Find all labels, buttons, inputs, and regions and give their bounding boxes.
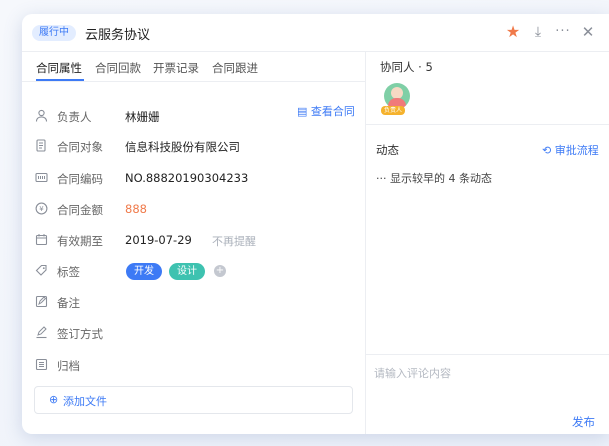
comment-input[interactable] [374, 364, 602, 382]
field-sign-method: 签订方式 [22, 323, 366, 345]
edit-icon [34, 295, 48, 309]
code-value: NO.88820190304233 [125, 171, 249, 185]
field-owner: 负责人 林姗姗 [22, 106, 366, 128]
field-label: 合同金额 [57, 203, 103, 217]
field-tags: 标签 开发 设计 + [22, 261, 366, 283]
field-valid-until: 有效期至 2019-07-29 不再提醒 [22, 230, 366, 252]
field-label: 合同编码 [57, 172, 103, 186]
field-label: 标签 [57, 265, 80, 279]
more-icon[interactable]: ··· [553, 21, 573, 43]
tag-chip[interactable]: 设计 [169, 263, 205, 280]
field-label: 备注 [57, 296, 80, 310]
add-tag-icon[interactable]: + [214, 265, 226, 277]
field-label: 有效期至 [57, 234, 103, 248]
star-icon[interactable]: ★ [503, 21, 523, 43]
tag-chip[interactable]: 开发 [126, 263, 162, 280]
activity-title: 动态 [376, 143, 399, 157]
active-tab-indicator [36, 79, 84, 81]
field-label: 负责人 [57, 110, 92, 124]
page-title: 云服务协议 [85, 28, 151, 43]
collaboration-panel: 协同人 · 5 负责人 动态 ⟲ 审批流程 ··· 显示较早的 4 条动态 发布 [366, 52, 609, 434]
approval-flow-label: 审批流程 [554, 144, 599, 157]
calendar-icon [34, 233, 48, 247]
add-file-button[interactable]: ⊕ 添加文件 [34, 386, 353, 414]
sign-icon [34, 326, 48, 340]
header: 履行中 云服务协议 ★ ⤓ ··· ✕ [22, 14, 609, 52]
publish-button[interactable]: 发布 [572, 414, 595, 430]
contract-properties-panel: 合同属性 合同回款 开票记录 合同跟进 ▤ 查看合同 负责人 林姗姗 合同对象 … [22, 52, 366, 434]
target-value: 信息科技股份有限公司 [125, 140, 240, 154]
amount-value: 888 [125, 202, 147, 216]
field-amount: ¥ 合同金额 888 [22, 199, 366, 221]
divider [366, 124, 609, 125]
status-badge: 履行中 [32, 25, 76, 41]
contract-target-icon [34, 139, 48, 153]
archive-icon [34, 358, 48, 372]
owner-badge: 负责人 [381, 106, 406, 115]
field-label: 合同对象 [57, 140, 103, 154]
user-icon [34, 109, 48, 123]
tab-contract-properties[interactable]: 合同属性 [36, 60, 82, 76]
tab-contract-followup[interactable]: 合同跟进 [212, 60, 258, 76]
owner-value: 林姗姗 [125, 110, 160, 124]
field-note: 备注 [22, 292, 366, 314]
field-label: 归档 [57, 359, 80, 373]
collaborators-title: 协同人 · 5 [380, 60, 433, 74]
approval-flow-link[interactable]: ⟲ 审批流程 [542, 142, 599, 158]
tab-bar: 合同属性 合同回款 开票记录 合同跟进 [22, 52, 366, 82]
no-remind-button[interactable]: 不再提醒 [212, 233, 256, 249]
field-label: 签订方式 [57, 327, 103, 341]
plus-circle-icon: ⊕ [49, 393, 59, 406]
approval-flow-icon: ⟲ [542, 144, 555, 157]
add-file-label: 添加文件 [63, 395, 107, 408]
field-code: 合同编码 NO.88820190304233 [22, 168, 366, 190]
download-icon[interactable]: ⤓ [528, 21, 548, 43]
contract-detail-window: 履行中 云服务协议 ★ ⤓ ··· ✕ 合同属性 合同回款 开票记录 合同跟进 … [22, 14, 609, 434]
tag-icon [34, 264, 48, 278]
field-target: 合同对象 信息科技股份有限公司 [22, 136, 366, 158]
field-archive: 归档 [22, 355, 366, 377]
barcode-icon [34, 171, 48, 185]
close-icon[interactable]: ✕ [578, 21, 598, 43]
tab-contract-payments[interactable]: 合同回款 [95, 60, 141, 76]
svg-text:¥: ¥ [39, 205, 44, 213]
yen-icon: ¥ [34, 202, 48, 216]
show-earlier-activities[interactable]: ··· 显示较早的 4 条动态 [376, 170, 492, 186]
divider [366, 354, 609, 355]
valid-until-value: 2019-07-29 [125, 233, 192, 247]
tab-invoice-records[interactable]: 开票记录 [153, 60, 199, 76]
